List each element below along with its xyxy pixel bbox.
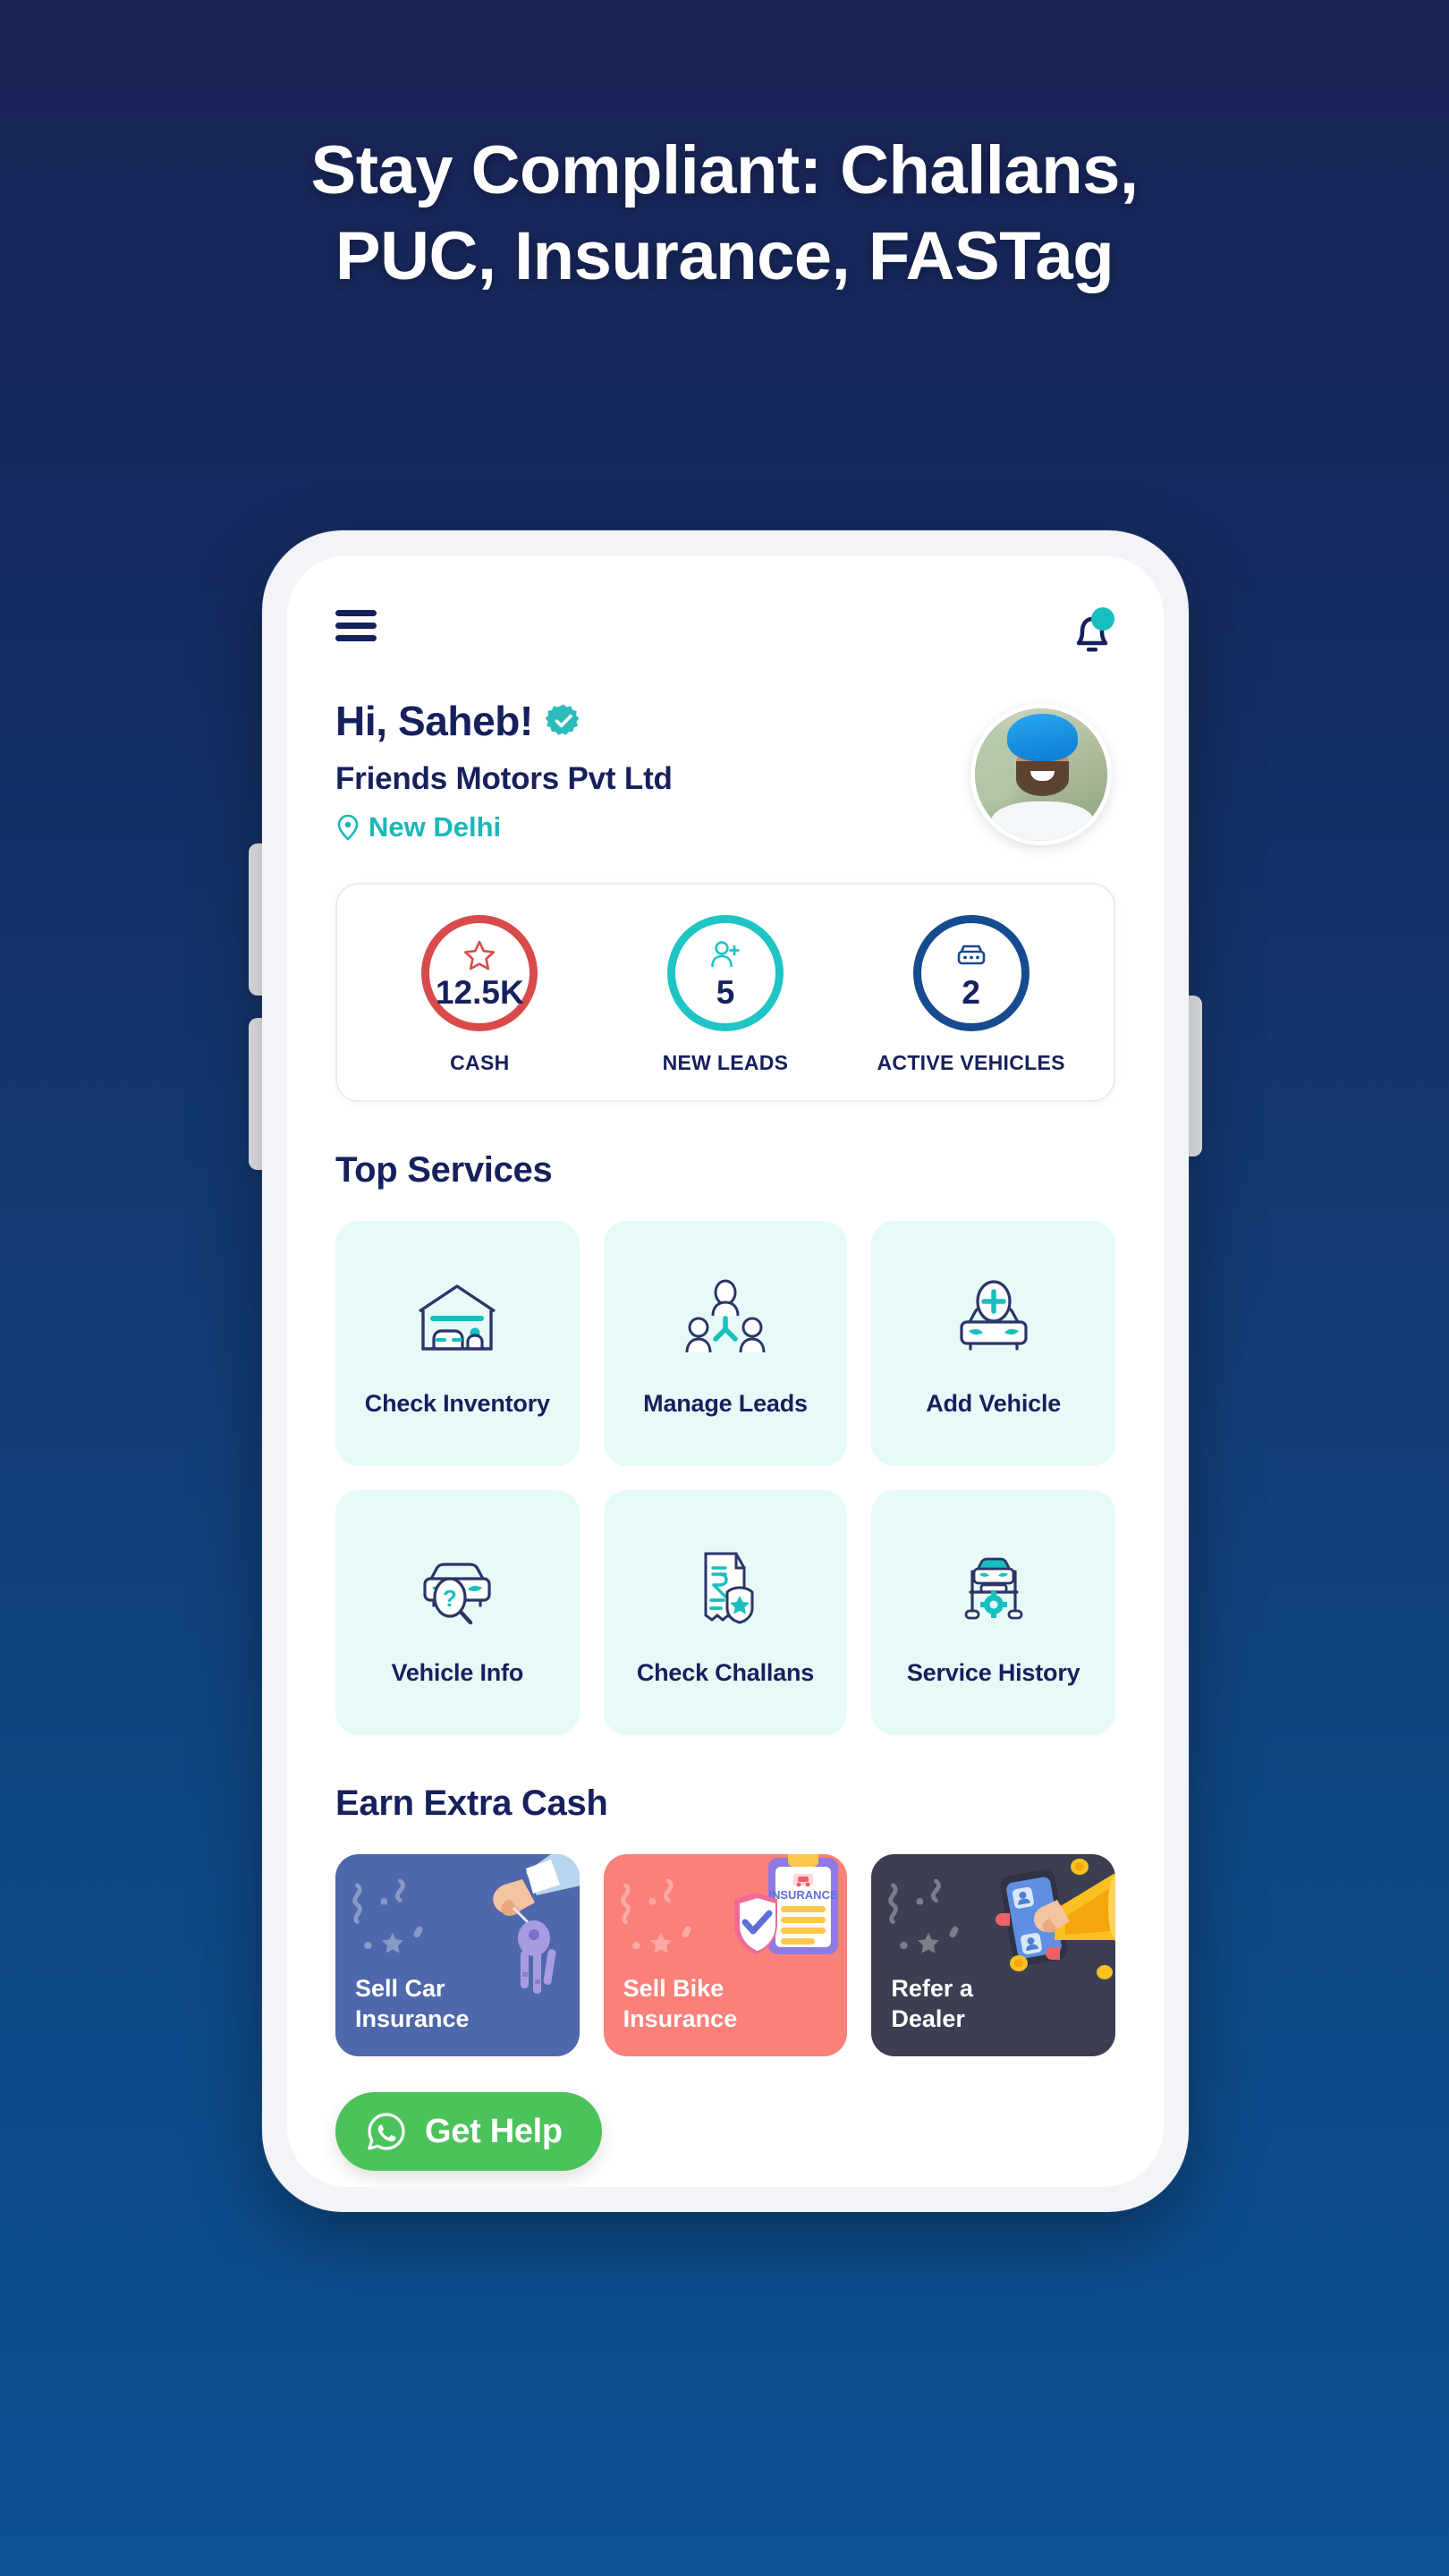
car-front-icon xyxy=(953,937,990,975)
service-label: Add Vehicle xyxy=(926,1389,1062,1417)
promo-sell-bike-insurance[interactable]: INSURANCE Sell Bike Insurance xyxy=(603,1854,848,2056)
get-help-button[interactable]: Get Help xyxy=(335,2092,602,2171)
promo-label: Sell Car Insurance xyxy=(355,1974,470,2033)
section-title-earn-extra-cash: Earn Extra Cash xyxy=(335,1784,608,1823)
rupee-receipt-badge-icon xyxy=(679,1539,772,1636)
stat-value: 12.5K xyxy=(435,974,524,1011)
car-plus-icon xyxy=(947,1270,1040,1367)
confetti-decor-icon xyxy=(352,1878,423,1953)
car-lift-gear-icon xyxy=(947,1539,1040,1636)
confetti-decor-icon xyxy=(888,1878,959,1953)
service-add-vehicle[interactable]: Add Vehicle xyxy=(871,1221,1115,1466)
section-title-top-services: Top Services xyxy=(335,1150,553,1190)
promo-refer-a-dealer[interactable]: Refer a Dealer xyxy=(871,1854,1115,2056)
service-label: Check Inventory xyxy=(364,1389,550,1417)
promo-label: Refer a Dealer xyxy=(891,1974,973,2033)
service-check-inventory[interactable]: Check Inventory xyxy=(335,1221,580,1466)
get-help-label: Get Help xyxy=(425,2112,563,2150)
service-label: Service History xyxy=(906,1658,1080,1686)
hamburger-menu-icon[interactable] xyxy=(335,607,377,641)
service-vehicle-info[interactable]: ? Vehicle Info xyxy=(335,1490,580,1735)
headline-line1-bold: Stay Compliant: xyxy=(310,132,823,208)
notification-bell-icon[interactable] xyxy=(1069,607,1115,657)
notification-dot xyxy=(1091,607,1114,631)
stats-card: 12.5K CASH 5 NEW LEADS 2 ACTIVE VEHICLES xyxy=(335,883,1115,1102)
phone-frame: Hi, Saheb! Friends Motors Pvt Ltd New De… xyxy=(262,530,1189,2212)
service-label: Manage Leads xyxy=(643,1389,808,1417)
stat-label: ACTIVE VEHICLES xyxy=(877,1051,1065,1074)
whatsapp-icon xyxy=(368,2113,405,2150)
service-label: Check Challans xyxy=(636,1658,815,1686)
service-label: Vehicle Info xyxy=(391,1658,524,1686)
location-label: New Delhi xyxy=(369,811,502,843)
top-services-grid: Check Inventory Manage Leads Add Vehicle… xyxy=(335,1221,1115,1735)
verified-badge-icon xyxy=(545,704,580,735)
phone-screen: Hi, Saheb! Friends Motors Pvt Ltd New De… xyxy=(287,555,1164,2187)
garage-car-bike-icon xyxy=(411,1270,504,1367)
stat-ring: 12.5K xyxy=(421,915,538,1031)
promo-sell-car-insurance[interactable]: Sell Car Insurance xyxy=(335,1854,580,2056)
stat-ring: 2 xyxy=(912,915,1030,1031)
app-topbar xyxy=(335,607,1115,666)
page-title: Hi, Saheb! xyxy=(335,698,533,744)
car-magnifier-question-icon: ? xyxy=(411,1539,504,1636)
service-check-challans[interactable]: Check Challans xyxy=(603,1490,848,1735)
star-outline-icon xyxy=(462,937,497,975)
location-pin-icon xyxy=(337,814,359,841)
greeting-block: Hi, Saheb! Friends Motors Pvt Ltd New De… xyxy=(335,697,1115,845)
service-manage-leads[interactable]: Manage Leads xyxy=(603,1221,848,1466)
headline-line2: PUC, Insurance, FASTag xyxy=(335,218,1114,295)
stat-ring: 5 xyxy=(666,915,784,1031)
stat-value: 5 xyxy=(716,974,735,1011)
people-network-icon xyxy=(679,1270,772,1367)
stat-active-vehicles[interactable]: 2 ACTIVE VEHICLES xyxy=(850,915,1093,1075)
svg-text:INSURANCE: INSURANCE xyxy=(769,1888,839,1902)
headline-line1-rest: Challans, xyxy=(821,132,1139,208)
stat-new-leads[interactable]: 5 NEW LEADS xyxy=(604,915,847,1075)
insurance-clipboard-shield-icon: INSURANCE xyxy=(734,1854,839,1954)
avatar[interactable] xyxy=(970,704,1112,845)
megaphone-phone-coins-icon xyxy=(995,1859,1115,1979)
phone-mockup: Hi, Saheb! Friends Motors Pvt Ltd New De… xyxy=(249,530,1202,2212)
confetti-decor-icon xyxy=(620,1878,691,1953)
promo-headline: Stay Compliant: Challans, PUC, Insurance… xyxy=(0,132,1449,295)
hand-holding-keys-icon xyxy=(492,1854,580,1994)
stat-label: NEW LEADS xyxy=(662,1051,789,1074)
stat-label: CASH xyxy=(450,1051,510,1074)
stat-value: 2 xyxy=(962,974,980,1011)
service-service-history[interactable]: Service History xyxy=(871,1490,1115,1735)
earn-extra-grid: Sell Car Insurance INSURANCE Sell Bike I… xyxy=(335,1854,1115,2056)
stat-cash[interactable]: 12.5K CASH xyxy=(358,915,601,1075)
svg-text:?: ? xyxy=(443,1585,457,1612)
add-person-icon xyxy=(707,937,744,975)
promo-label: Sell Bike Insurance xyxy=(623,1974,738,2033)
help-row: Get Help xyxy=(335,2092,1115,2187)
